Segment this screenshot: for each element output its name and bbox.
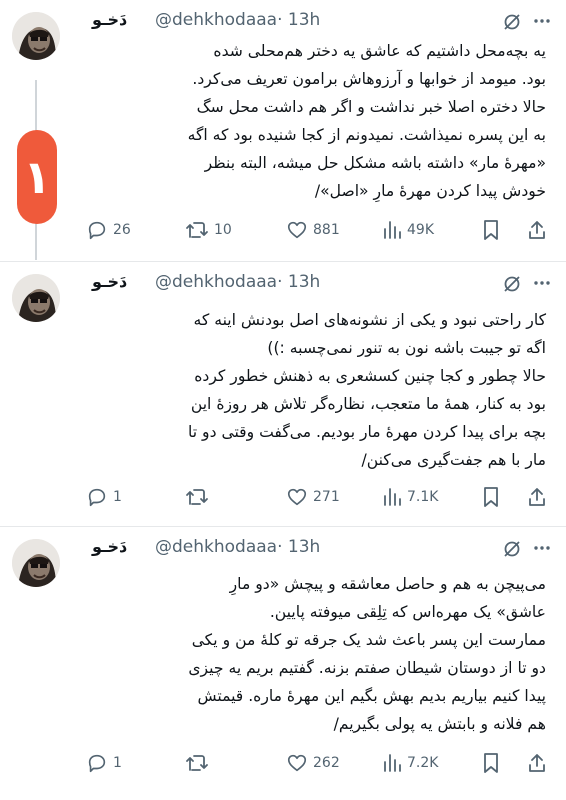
tweet-actions: 1 271 7.1K bbox=[86, 486, 558, 510]
handle-and-time: @dehkhodaaa· 13h bbox=[155, 10, 320, 30]
grok-icon[interactable] bbox=[502, 274, 522, 298]
user-handle[interactable]: @dehkhodaaa bbox=[155, 272, 277, 292]
display-name[interactable]: دَخـو bbox=[92, 10, 127, 29]
like-button[interactable]: 881 bbox=[286, 219, 340, 241]
tweet[interactable]: دَخـو @dehkhodaaa· 13h کار راحتی نبود و … bbox=[0, 262, 566, 527]
more-icon[interactable] bbox=[532, 273, 552, 297]
retweet-icon bbox=[185, 219, 209, 241]
avatar[interactable] bbox=[12, 539, 60, 587]
tweet-text-line: مار با هم جفت‌گیری می‌کنن/ bbox=[361, 451, 546, 469]
retweet-icon bbox=[185, 752, 209, 774]
share-button[interactable] bbox=[526, 486, 548, 508]
user-handle[interactable]: @dehkhodaaa bbox=[155, 537, 277, 557]
view-count: 49K bbox=[407, 222, 434, 238]
views-button[interactable]: 7.1K bbox=[382, 486, 438, 508]
tweet[interactable]: دَخـو @dehkhodaaa· 13h می‌پیچن به هم و ح… bbox=[0, 527, 566, 800]
bookmark-icon bbox=[482, 486, 500, 508]
reply-button[interactable]: 26 bbox=[86, 219, 131, 241]
share-icon bbox=[526, 752, 548, 774]
bookmark-icon bbox=[482, 752, 500, 774]
view-count: 7.1K bbox=[407, 489, 439, 505]
more-icon[interactable] bbox=[532, 11, 552, 35]
bookmark-button[interactable] bbox=[482, 486, 500, 508]
tweet-text-line: هم فلانه و بابتش یه پولی بگیریم/ bbox=[333, 715, 546, 733]
retweet-button[interactable] bbox=[185, 752, 214, 774]
tweet-text-line: «مهرهٔ مار» داشته باشه مشکل حل میشه، الب… bbox=[204, 154, 546, 172]
bookmark-icon bbox=[482, 219, 500, 241]
bookmark-button[interactable] bbox=[482, 752, 500, 774]
views-icon bbox=[382, 752, 402, 774]
display-name[interactable]: دَخـو bbox=[92, 272, 127, 291]
views-button[interactable]: 7.2K bbox=[382, 752, 438, 774]
tweet-text: می‌پیچن به هم و حاصل معاشقه و پیچش «دو م… bbox=[88, 570, 546, 738]
tweet-text-line: می‌پیچن به هم و حاصل معاشقه و پیچش «دو م… bbox=[229, 575, 546, 593]
tweet-text-line: یه بچه‌محل داشتیم که عاشق یه دختر هم‌محل… bbox=[213, 42, 546, 60]
thread-number-badge: ۱ bbox=[17, 130, 57, 224]
timestamp[interactable]: · 13h bbox=[277, 10, 320, 30]
reply-icon bbox=[86, 219, 108, 241]
timestamp[interactable]: · 13h bbox=[277, 537, 320, 557]
avatar[interactable] bbox=[12, 12, 60, 60]
tweet-text: یه بچه‌محل داشتیم که عاشق یه دختر هم‌محل… bbox=[88, 37, 546, 205]
share-button[interactable] bbox=[526, 752, 548, 774]
avatar[interactable] bbox=[12, 274, 60, 322]
tweet-text-line: بود. میومد از خوابها و آرزوهاش برامون تع… bbox=[192, 70, 546, 88]
grok-icon[interactable] bbox=[502, 12, 522, 36]
share-icon bbox=[526, 486, 548, 508]
tweet-header: دَخـو @dehkhodaaa· 13h bbox=[92, 535, 552, 561]
reply-count: 1 bbox=[113, 755, 122, 771]
more-icon[interactable] bbox=[532, 538, 552, 562]
like-icon bbox=[286, 486, 308, 508]
display-name[interactable]: دَخـو bbox=[92, 537, 127, 556]
tweet-actions: 26 10 881 49K bbox=[86, 219, 558, 243]
tweet-text-line: بود به کنار، همهٔ ما متعجب، نظاره‌گر تلا… bbox=[190, 395, 546, 413]
tweet-text-line: ممارست این پسر باعث شد یک جرقه تو کلهٔ م… bbox=[191, 631, 546, 649]
reply-icon bbox=[86, 752, 108, 774]
reply-count: 1 bbox=[113, 489, 122, 505]
view-count: 7.2K bbox=[407, 755, 439, 771]
share-icon bbox=[526, 219, 548, 241]
reply-button[interactable]: 1 bbox=[86, 486, 122, 508]
tweet-text-line: اگه تو جیبت باشه نون به تنور نمی‌چسبه :)… bbox=[267, 339, 546, 357]
user-handle[interactable]: @dehkhodaaa bbox=[155, 10, 277, 30]
tweet-text-line: حالا دختره اصلا خبر نداشت و اگر هم داشت … bbox=[196, 98, 546, 116]
tweet[interactable]: ۱ دَخـو @dehkhodaaa· 13h یه بچه‌محل داشت… bbox=[0, 0, 566, 262]
retweet-icon bbox=[185, 486, 209, 508]
tweet-header: دَخـو @dehkhodaaa· 13h bbox=[92, 270, 552, 296]
reply-count: 26 bbox=[113, 222, 131, 238]
retweet-count: 10 bbox=[214, 222, 232, 238]
share-button[interactable] bbox=[526, 219, 548, 241]
retweet-button[interactable] bbox=[185, 486, 214, 508]
views-button[interactable]: 49K bbox=[382, 219, 434, 241]
handle-and-time: @dehkhodaaa· 13h bbox=[155, 537, 320, 557]
reply-button[interactable]: 1 bbox=[86, 752, 122, 774]
bookmark-button[interactable] bbox=[482, 219, 500, 241]
like-icon bbox=[286, 219, 308, 241]
tweet-header: دَخـو @dehkhodaaa· 13h bbox=[92, 8, 552, 34]
like-button[interactable]: 271 bbox=[286, 486, 340, 508]
tweet-text: کار راحتی نبود و یکی از نشونه‌های اصل بو… bbox=[88, 306, 546, 474]
tweet-text-line: دو تا از دوستان شیطان صفتم بزنه. گفتیم ب… bbox=[188, 659, 546, 677]
handle-and-time: @dehkhodaaa· 13h bbox=[155, 272, 320, 292]
like-count: 271 bbox=[313, 489, 340, 505]
tweet-text-line: بچه برای پیدا کردن مهرهٔ مار بودیم. می‌گ… bbox=[188, 423, 546, 441]
views-icon bbox=[382, 219, 402, 241]
tweet-text-line: حالا چطور و کجا چنین کسشعری به ذهنش خطور… bbox=[194, 367, 546, 385]
tweet-text-line: به این پسره نمیذاشت. نمیدونم از کجا شنید… bbox=[187, 126, 546, 144]
like-icon bbox=[286, 752, 308, 774]
tweet-actions: 1 262 7.2K bbox=[86, 752, 558, 776]
tweet-text-line: خودش پیدا کردن مهرهٔ مارِ «اصل»/ bbox=[314, 182, 546, 200]
timestamp[interactable]: · 13h bbox=[277, 272, 320, 292]
tweet-text-line: پیدا کنیم بیاریم بدیم بهش بگیم این مهرهٔ… bbox=[197, 687, 547, 705]
views-icon bbox=[382, 486, 402, 508]
like-count: 262 bbox=[313, 755, 340, 771]
like-count: 881 bbox=[313, 222, 340, 238]
tweet-text-line: عاشق» یک مهره‌اس که تِلِقی میوفته پایین. bbox=[269, 603, 546, 621]
grok-icon[interactable] bbox=[502, 539, 522, 563]
tweet-text-line: کار راحتی نبود و یکی از نشونه‌های اصل بو… bbox=[193, 311, 546, 329]
like-button[interactable]: 262 bbox=[286, 752, 340, 774]
reply-icon bbox=[86, 486, 108, 508]
retweet-button[interactable]: 10 bbox=[185, 219, 232, 241]
